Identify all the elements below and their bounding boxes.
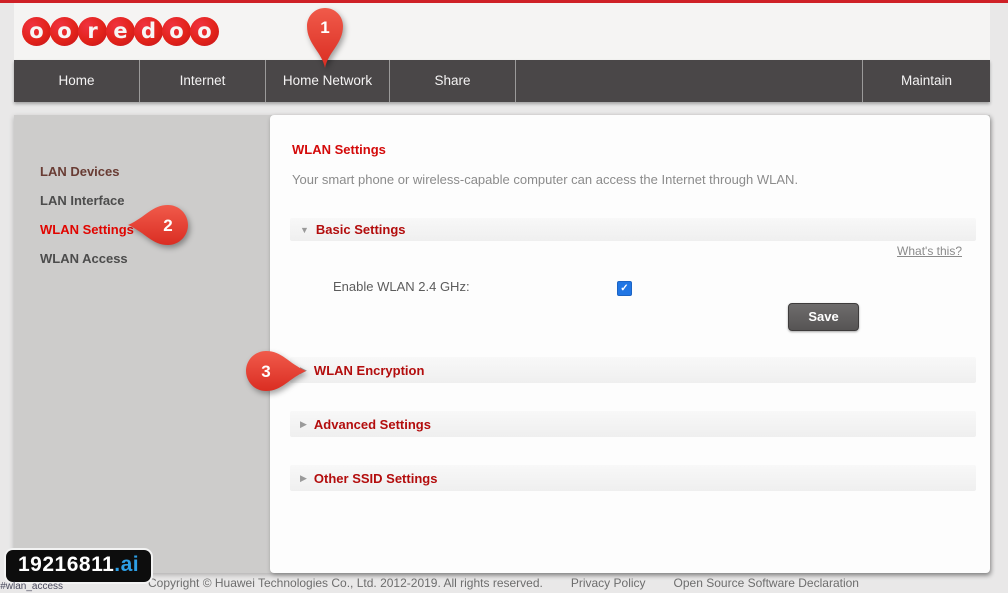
nav-tab-maintain[interactable]: Maintain [862,60,990,102]
callout-badge-3: 3 [244,349,308,393]
main-nav: Home Internet Home Network Share Maintai… [14,60,990,102]
watermark-suffix: .ai [114,553,139,576]
nav-tab-share[interactable]: Share [390,60,516,102]
chevron-down-icon: ▼ [300,225,309,235]
accordion-other-ssid-settings[interactable]: ▶ Other SSID Settings [290,465,976,491]
status-bar-url-text: l#wlan_access [0,581,63,592]
teardrop-shape [246,351,306,391]
watermark-badge: 19216811.ai [6,550,151,582]
watermark-number: 19216811 [18,553,114,576]
accordion-label: Advanced Settings [314,417,431,432]
logo-letter: r [78,17,107,46]
logo-letter: e [106,17,135,46]
callout-number: 3 [261,362,270,381]
nav-spacer [516,60,862,102]
footer: Copyright © Huawei Technologies Co., Ltd… [148,576,859,590]
whats-this-link[interactable]: What's this? [897,244,962,258]
nav-tab-internet[interactable]: Internet [140,60,266,102]
accordion-basic-settings[interactable]: ▼ Basic Settings [290,218,976,241]
chevron-right-icon: ▶ [300,473,307,484]
ooredoo-logo: o o r e d o o [22,17,218,46]
teardrop-shape [128,205,188,245]
enable-wlan-label: Enable WLAN 2.4 GHz: [333,279,470,294]
logo-letter: o [162,17,191,46]
logo-letter: o [22,17,51,46]
accordion-advanced-settings[interactable]: ▶ Advanced Settings [290,411,976,437]
enable-wlan-checkbox[interactable]: ✓ [617,281,632,296]
sidebar: LAN Devices LAN Interface WLAN Settings … [14,115,270,573]
logo-letter: o [190,17,219,46]
logo-letter: o [50,17,79,46]
main-panel: WLAN Settings Your smart phone or wirele… [270,115,990,573]
accordion-label: Basic Settings [316,222,406,237]
privacy-policy-link[interactable]: Privacy Policy [571,576,646,590]
chevron-right-icon: ▶ [300,419,307,430]
callout-number: 2 [163,216,172,235]
page-title: WLAN Settings [292,142,386,157]
router-admin-page: o o r e d o o Home Internet Home Network… [0,0,1008,593]
pin-shape [307,8,343,68]
accordion-label: Other SSID Settings [314,471,438,486]
content-area: LAN Devices LAN Interface WLAN Settings … [14,115,990,573]
open-source-declaration-link[interactable]: Open Source Software Declaration [674,576,859,590]
save-button[interactable]: Save [788,303,859,331]
callout-badge-2: 2 [126,203,190,247]
accordion-label: WLAN Encryption [314,363,425,378]
sidebar-item-wlan-access[interactable]: WLAN Access [14,244,270,273]
sidebar-item-lan-devices[interactable]: LAN Devices [14,157,270,186]
callout-number: 1 [320,18,329,37]
callout-badge-1: 1 [303,6,347,70]
nav-tab-home[interactable]: Home [14,60,140,102]
logo-letter: d [134,17,163,46]
page-description: Your smart phone or wireless-capable com… [292,172,798,187]
copyright-text: Copyright © Huawei Technologies Co., Ltd… [148,576,543,590]
accordion-wlan-encryption[interactable]: ▶ WLAN Encryption [290,357,976,383]
